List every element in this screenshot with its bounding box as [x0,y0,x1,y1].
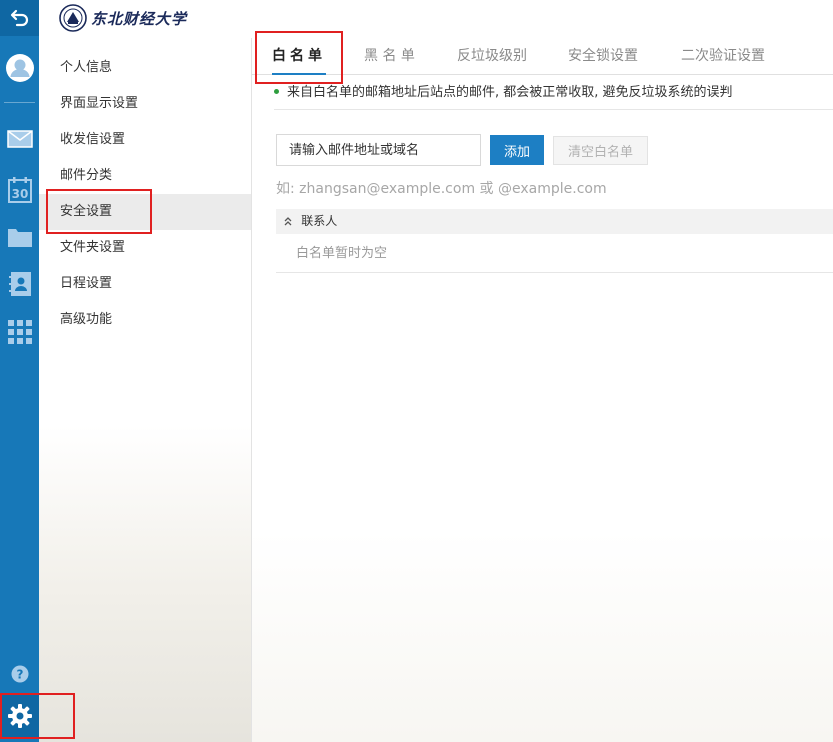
security-tabs: 白名单 黑 名 单 反垃圾级别 安全锁设置 二次验证设置 [252,38,833,75]
folder-icon[interactable] [0,220,39,254]
tab-security-lock[interactable]: 安全锁设置 [568,38,638,75]
sidebar-item-advanced-features[interactable]: 高级功能 [39,302,251,338]
email-domain-input[interactable] [276,134,481,166]
sidebar-item-folder-settings[interactable]: 文件夹设置 [39,230,251,266]
back-icon[interactable] [0,0,39,36]
logo-text: 东北财经大学 [91,9,188,28]
tab-anti-spam-level[interactable]: 反垃圾级别 [457,38,527,75]
bullet-dot-icon [274,89,279,94]
sidebar-item-send-receive-settings[interactable]: 收发信设置 [39,122,251,158]
mail-icon[interactable] [0,122,39,156]
help-glyph: ? [16,668,23,682]
gear-icon[interactable] [0,695,39,737]
double-chevron-up-icon [284,216,295,228]
settings-sidebar: 个人信息 界面显示设置 收发信设置 邮件分类 安全设置 文件夹设置 日程设置 高… [39,38,252,742]
avatar[interactable] [0,50,39,86]
sidebar-item-personal-info[interactable]: 个人信息 [39,50,251,86]
header: 东北财经大学 [39,0,833,38]
seal-icon [59,4,87,32]
notice-text: 来自白名单的邮箱地址后站点的邮件, 都会被正常收取, 避免反垃圾系统的误判 [287,85,733,100]
calendar-day-text: 30 [11,187,28,201]
sidebar-item-mail-categories[interactable]: 邮件分类 [39,158,251,194]
input-hint: 如: zhangsan@example.com 或 @example.com [276,181,607,197]
contacts-group-header[interactable]: 联系人 [276,209,833,234]
main-content: 白名单 黑 名 单 反垃圾级别 安全锁设置 二次验证设置 来自白名单的邮箱地址后… [252,38,833,742]
appbar-divider [4,102,35,103]
clear-whitelist-button[interactable]: 清空白名单 [553,136,648,165]
sidebar-item-security-settings[interactable]: 安全设置 [39,194,251,230]
university-logo[interactable]: 东北财经大学 [59,4,187,32]
app-bar: 30 ? [0,0,39,742]
whitelist-notice: 来自白名单的邮箱地址后站点的邮件, 都会被正常收取, 避免反垃圾系统的误判 [274,76,833,110]
tab-whitelist[interactable]: 白名单 [272,38,326,75]
sidebar-item-display-settings[interactable]: 界面显示设置 [39,86,251,122]
add-button[interactable]: 添加 [490,135,544,165]
contacts-icon[interactable] [0,266,39,302]
help-icon[interactable]: ? [0,660,39,688]
tab-blacklist[interactable]: 黑 名 单 [364,38,415,75]
apps-grid-icon[interactable] [0,314,39,350]
group-label: 联系人 [301,214,338,228]
sidebar-item-calendar-settings[interactable]: 日程设置 [39,266,251,302]
calendar-icon[interactable]: 30 [0,172,39,208]
whitelist-empty-row: 白名单暂时为空 [276,235,833,273]
sidebar-list: 个人信息 界面显示设置 收发信设置 邮件分类 安全设置 文件夹设置 日程设置 高… [39,50,251,338]
tab-two-step-verification[interactable]: 二次验证设置 [681,38,765,75]
